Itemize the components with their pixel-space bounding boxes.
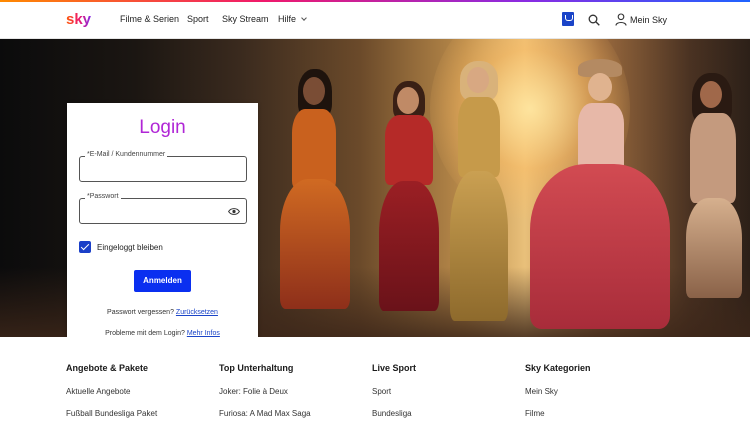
login-card: Login *E-Mail / Kundennummer *Passwort E… bbox=[67, 103, 258, 337]
chevron-down-icon bbox=[301, 15, 307, 21]
footer-link[interactable]: Joker: Folie à Deux bbox=[219, 387, 311, 396]
footer-link[interactable]: Fußball Bundesliga Paket bbox=[66, 409, 157, 418]
nav-sky-stream[interactable]: Sky Stream bbox=[222, 14, 269, 24]
login-problem-text: Probleme mit dem Login? bbox=[105, 330, 185, 337]
remember-checkbox[interactable] bbox=[79, 241, 91, 253]
eye-icon[interactable] bbox=[228, 207, 240, 216]
sky-logo[interactable]: sky bbox=[66, 9, 96, 29]
footer-link[interactable]: Bundesliga bbox=[372, 409, 416, 418]
forgot-password-line: Passwort vergessen? Zurücksetzen bbox=[67, 309, 258, 316]
password-label: *Passwort bbox=[85, 193, 121, 200]
login-title: Login bbox=[139, 117, 186, 138]
svg-text:sky: sky bbox=[66, 11, 92, 28]
hero-figure-3 bbox=[440, 61, 520, 331]
footer-column-live-sport: Live Sport Sport Bundesliga bbox=[372, 363, 416, 422]
more-info-link[interactable]: Mehr Infos bbox=[187, 330, 220, 337]
hero-figure-1 bbox=[270, 69, 360, 329]
hero-banner: Login *E-Mail / Kundennummer *Passwort E… bbox=[0, 39, 750, 337]
login-submit-button[interactable]: Anmelden bbox=[134, 270, 191, 292]
nav-sport[interactable]: Sport bbox=[187, 14, 209, 24]
password-field[interactable]: *Passwort bbox=[79, 193, 247, 224]
nav-hilfe-label: Hilfe bbox=[278, 14, 297, 24]
reset-password-link[interactable]: Zurücksetzen bbox=[176, 309, 218, 316]
footer-column-title: Sky Kategorien bbox=[525, 363, 591, 373]
footer-column-title: Top Unterhaltung bbox=[219, 363, 294, 373]
user-icon[interactable] bbox=[615, 13, 627, 26]
footer-link[interactable]: Mein Sky bbox=[525, 387, 591, 396]
nav-filme-serien[interactable]: Filme & Serien bbox=[120, 14, 179, 24]
footer-link[interactable]: Aktuelle Angebote bbox=[66, 387, 157, 396]
footer-column-entertainment: Top Unterhaltung Joker: Folie à Deux Fur… bbox=[219, 363, 311, 422]
site-header: sky Filme & Serien Sport Sky Stream Hilf… bbox=[0, 2, 750, 39]
footer-column-title: Angebote & Pakete bbox=[66, 363, 149, 373]
footer-column-categories: Sky Kategorien Mein Sky Filme bbox=[525, 363, 591, 422]
footer-link[interactable]: Filme bbox=[525, 409, 591, 418]
accessibility-badge-icon[interactable] bbox=[562, 12, 574, 26]
footer-column-offers: Angebote & Pakete Aktuelle Angebote Fußb… bbox=[66, 363, 157, 422]
forgot-password-text: Passwort vergessen? bbox=[107, 309, 174, 316]
my-sky-link[interactable]: Mein Sky bbox=[630, 15, 667, 25]
footer-link[interactable]: Furiosa: A Mad Max Saga bbox=[219, 409, 311, 418]
hero-figure-4 bbox=[530, 59, 670, 334]
footer-column-title: Live Sport bbox=[372, 363, 417, 373]
login-problem-line: Probleme mit dem Login? Mehr Infos bbox=[67, 330, 258, 337]
hero-figure-5 bbox=[680, 73, 750, 323]
site-footer: Angebote & Pakete Aktuelle Angebote Fußb… bbox=[0, 337, 750, 422]
search-icon[interactable] bbox=[588, 14, 600, 26]
remember-label: Eingeloggt bleiben bbox=[97, 243, 163, 252]
footer-link[interactable]: Sport bbox=[372, 387, 416, 396]
email-field[interactable]: *E-Mail / Kundennummer bbox=[79, 151, 247, 182]
email-label: *E-Mail / Kundennummer bbox=[85, 151, 168, 158]
nav-hilfe[interactable]: Hilfe bbox=[278, 14, 307, 24]
